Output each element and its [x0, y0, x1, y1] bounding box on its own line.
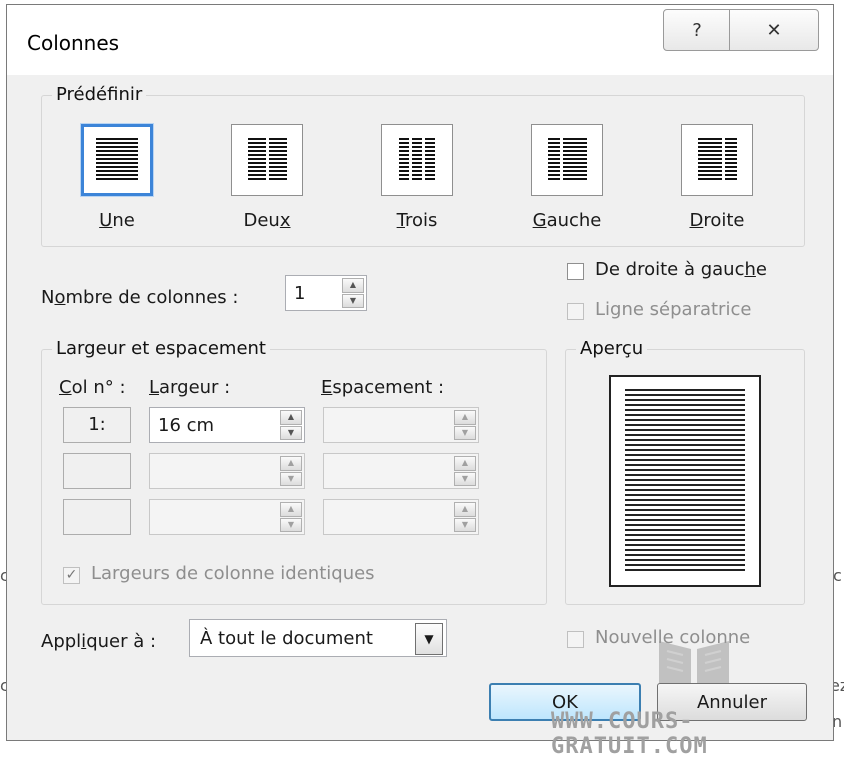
column-bars: [247, 138, 266, 182]
left-column-icon: [531, 124, 603, 196]
spin-down-icon[interactable]: ▼: [454, 517, 476, 532]
spinner-arrows: ▲ ▼: [280, 502, 302, 532]
spin-up-icon[interactable]: ▲: [454, 456, 476, 471]
preview-page: [609, 375, 761, 587]
watermark-text: WWW.COURS-GRATUIT.COM: [551, 709, 708, 759]
title-bar: Colonnes ? ✕: [7, 5, 833, 75]
spacing-spinner[interactable]: ▲ ▼: [323, 453, 479, 489]
spin-down-icon[interactable]: ▼: [454, 471, 476, 486]
background-text-fragment: c: [833, 566, 842, 585]
spin-up-icon[interactable]: ▲: [280, 410, 302, 425]
spin-down-icon[interactable]: ▼: [342, 293, 364, 308]
equal-width-checkbox[interactable]: ✓: [63, 567, 80, 584]
column-bars: [96, 138, 138, 182]
presets-legend: Prédéfinir: [52, 84, 147, 105]
one-column-icon: [81, 124, 153, 196]
spin-up-icon[interactable]: ▲: [280, 502, 302, 517]
preset-three[interactable]: Trois: [372, 124, 462, 231]
column-bars: [412, 138, 422, 182]
rtl-checkbox[interactable]: [567, 263, 584, 280]
spinner-arrows: ▲ ▼: [280, 410, 302, 440]
spinner-arrows: ▲ ▼: [342, 278, 364, 308]
preset-left[interactable]: Gauche: [522, 124, 612, 231]
spacing-spinner[interactable]: ▲ ▼: [323, 407, 479, 443]
spinner-arrows: ▲ ▼: [454, 502, 476, 532]
width-spinner[interactable]: ▲ ▼: [149, 499, 305, 535]
spinner-arrows: ▲ ▼: [280, 456, 302, 486]
apply-label: Appliquer à :: [41, 631, 157, 652]
spin-down-icon[interactable]: ▼: [454, 425, 476, 440]
spin-up-icon[interactable]: ▲: [454, 410, 476, 425]
col-number-cell: [63, 453, 131, 489]
width-spinner[interactable]: 16 cm ▲ ▼: [149, 407, 305, 443]
dialog-title: Colonnes: [27, 31, 120, 55]
chevron-down-icon[interactable]: ▼: [415, 623, 443, 655]
col-number-cell: 1:: [63, 407, 131, 443]
spin-down-icon[interactable]: ▼: [280, 425, 302, 440]
close-button[interactable]: ✕: [729, 9, 819, 51]
columns-count-spinner[interactable]: 1 ▲ ▼: [285, 275, 367, 311]
rtl-label: De droite à gauche: [595, 259, 767, 280]
preset-one[interactable]: Une: [72, 124, 162, 231]
presets-group: Prédéfinir Une Deux Trois Gauche Droite: [41, 84, 805, 247]
apply-value: À tout le document: [200, 628, 373, 649]
spinner-arrows: ▲ ▼: [454, 410, 476, 440]
columns-count-value: 1: [294, 283, 306, 304]
column-bars: [724, 138, 737, 182]
preset-two-label: Deux: [243, 210, 291, 231]
close-icon: ✕: [766, 19, 782, 41]
spacing-spinner[interactable]: ▲ ▼: [323, 499, 479, 535]
spin-up-icon[interactable]: ▲: [280, 456, 302, 471]
column-bars: [268, 138, 287, 182]
preview-text-lines: [625, 389, 745, 573]
preset-left-label: Gauche: [532, 210, 602, 231]
spinner-arrows: ▲ ▼: [454, 456, 476, 486]
separator-checkbox[interactable]: [567, 303, 584, 320]
column-bars: [425, 138, 435, 182]
preset-two[interactable]: Deux: [222, 124, 312, 231]
question-mark-icon: ?: [692, 19, 702, 41]
col-number-cell: [63, 499, 131, 535]
column-bars: [399, 138, 409, 182]
col-number-header: Col n° :: [59, 377, 126, 398]
column-bars: [547, 138, 560, 182]
preset-three-label: Trois: [396, 210, 438, 231]
width-spacing-legend: Largeur et espacement: [52, 338, 270, 359]
apply-dropdown[interactable]: À tout le document ▼: [189, 619, 447, 657]
separator-label: Ligne séparatrice: [595, 299, 752, 320]
preset-right-label: Droite: [689, 210, 745, 231]
right-column-icon: [681, 124, 753, 196]
spin-up-icon[interactable]: ▲: [342, 278, 364, 293]
width-value: 16 cm: [158, 415, 215, 436]
equal-width-label: Largeurs de colonne identiques: [91, 563, 375, 584]
new-column-checkbox[interactable]: [567, 631, 584, 648]
spin-down-icon[interactable]: ▼: [280, 471, 302, 486]
spacing-header: Espacement :: [321, 377, 445, 398]
spin-up-icon[interactable]: ▲: [454, 502, 476, 517]
spin-down-icon[interactable]: ▼: [280, 517, 302, 532]
columns-dialog: Colonnes ? ✕ Prédéfinir Une Deux Trois G…: [6, 4, 834, 759]
column-bars: [697, 138, 722, 182]
help-button[interactable]: ?: [663, 9, 731, 51]
column-bars: [562, 138, 587, 182]
preset-right[interactable]: Droite: [672, 124, 762, 231]
preset-one-label: Une: [99, 210, 135, 231]
preview-legend: Aperçu: [576, 338, 648, 359]
three-columns-icon: [381, 124, 453, 196]
two-columns-icon: [231, 124, 303, 196]
width-header: Largeur :: [149, 377, 231, 398]
width-spinner[interactable]: ▲ ▼: [149, 453, 305, 489]
columns-count-label: Nombre de colonnes :: [41, 287, 239, 308]
